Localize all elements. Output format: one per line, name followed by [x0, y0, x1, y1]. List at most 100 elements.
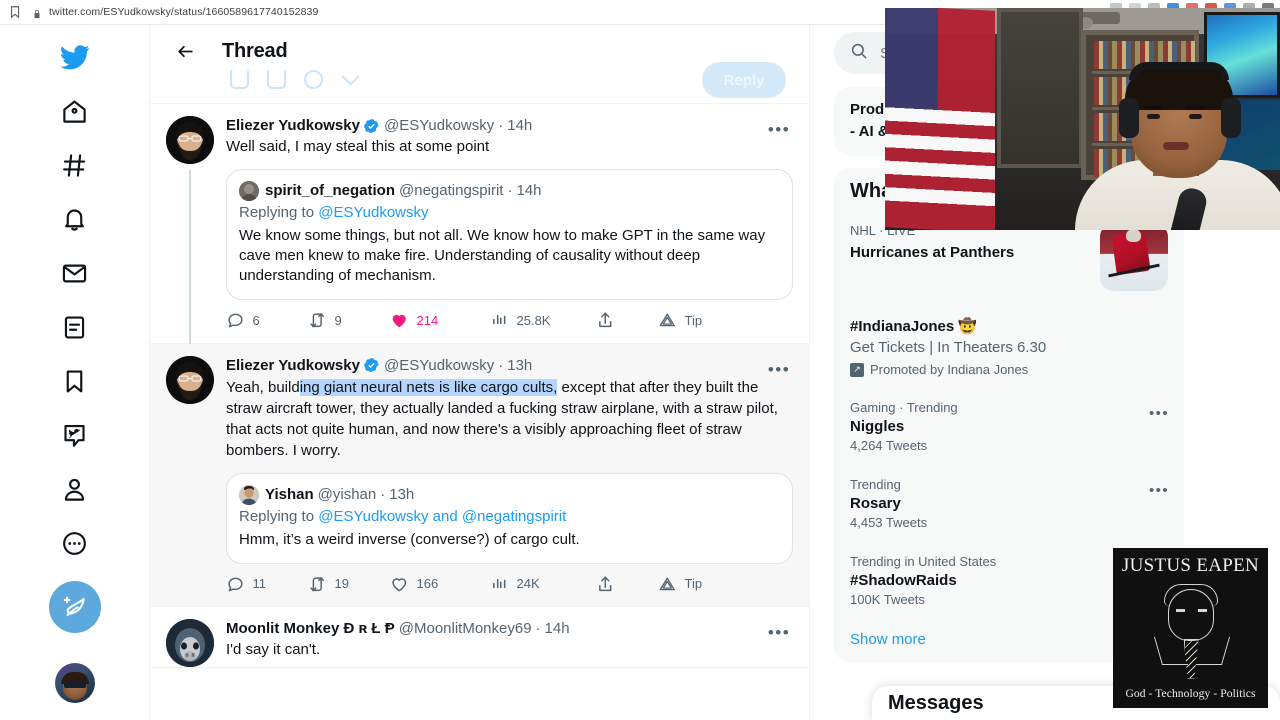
tip-action[interactable]: Tip: [658, 575, 702, 594]
composer-icons[interactable]: [230, 70, 360, 89]
tweet-text: I'd say it can't.: [226, 641, 321, 658]
emoji-icon[interactable]: [304, 70, 323, 89]
quoted-text: Hmm, it’s a weird inverse (converse?) of…: [239, 530, 580, 548]
handle[interactable]: @ESYudkowsky: [384, 116, 494, 136]
views-action[interactable]: 24K: [490, 575, 596, 594]
quoted-display-name[interactable]: Yishan: [265, 485, 314, 505]
quoted-text: We know some things, but not all. We kno…: [239, 227, 766, 284]
quoted-display-name[interactable]: spirit_of_negation: [265, 181, 395, 201]
thread-header: Thread Reply: [150, 25, 809, 104]
gif-icon[interactable]: [267, 70, 286, 89]
reply-action[interactable]: 6: [226, 311, 308, 330]
like-count: 166: [416, 576, 439, 592]
sidebar-item-home[interactable]: [49, 85, 101, 137]
lock-icon: [32, 6, 42, 19]
timestamp[interactable]: 13h: [507, 356, 532, 376]
compose-tweet-button[interactable]: [48, 581, 101, 633]
page-title: Thread: [222, 40, 288, 62]
retweet-action[interactable]: 19: [308, 575, 390, 594]
webcam-overlay: [885, 8, 1280, 230]
share-action[interactable]: [596, 575, 658, 594]
media-icon[interactable]: [230, 70, 249, 89]
brand-overlay-card: JUSTUS EAPEN God - Technology - Politics: [1113, 548, 1268, 708]
promoted-icon: ↗: [850, 362, 864, 377]
sidebar-item-twitter-blue[interactable]: [49, 409, 101, 461]
tweet-author-row: Eliezer Yudkowsky @ESYudkowsky · 14h: [226, 116, 793, 136]
quoted-avatar[interactable]: [239, 181, 259, 201]
promoted-trend-indiana-jones[interactable]: #IndianaJones 🤠 Get Tickets | In Theater…: [834, 305, 1184, 389]
tweet-item[interactable]: •••: [150, 104, 809, 356]
sidebar-item-more[interactable]: [49, 517, 101, 569]
replying-to-line: Replying to @ESYudkowsky and @negatingsp…: [239, 507, 780, 527]
share-action[interactable]: [596, 311, 658, 330]
trend-count: 4,264 Tweets: [850, 438, 928, 453]
promoted-subtitle: Get Tickets | In Theaters 6.30: [850, 339, 1047, 356]
verified-badge-icon: [363, 357, 380, 374]
tweet-text-before: Yeah, build: [226, 378, 300, 396]
timestamp[interactable]: 14h: [507, 116, 532, 136]
account-avatar[interactable]: [54, 663, 95, 703]
trend-category: Gaming · Trending: [850, 400, 958, 415]
replying-to-handles[interactable]: @ESYudkowsky and @negatingspirit: [318, 508, 566, 525]
avatar[interactable]: [166, 116, 214, 164]
separator-dot: ·: [498, 356, 504, 374]
quoted-avatar[interactable]: [239, 484, 259, 505]
verified-badge-icon: [363, 118, 380, 135]
trend-category: Trending: [850, 477, 901, 492]
tweet-item[interactable]: •••: [150, 343, 809, 607]
sidebar-item-notifications[interactable]: [49, 193, 101, 245]
replying-to-label: Replying to: [239, 204, 319, 221]
avatar-column: [166, 355, 214, 607]
quoted-tweet[interactable]: Yishan @yishan · 13h Replying to @ESYudk…: [226, 472, 793, 564]
tweet-item[interactable]: •••: [150, 607, 809, 668]
reply-action[interactable]: 11: [226, 575, 308, 594]
display-name[interactable]: Eliezer Yudkowsky: [226, 356, 360, 376]
url-text[interactable]: twitter.com/ESYudkowsky/status/166058961…: [49, 6, 318, 18]
avatar[interactable]: [166, 619, 214, 667]
avatar[interactable]: [166, 355, 214, 404]
bookmark-icon[interactable]: [8, 5, 22, 19]
like-action[interactable]: 166: [390, 575, 490, 594]
tweet-more-button[interactable]: •••: [765, 116, 793, 144]
quoted-timestamp[interactable]: 14h: [516, 181, 541, 201]
sidebar-item-lists[interactable]: [49, 301, 101, 353]
tip-action[interactable]: Tip: [658, 311, 702, 330]
tip-label: Tip: [684, 312, 703, 328]
quoted-author-row: Yishan @yishan · 13h: [239, 484, 780, 505]
promoted-hashtag: #IndianaJones 🤠: [850, 318, 978, 335]
like-action[interactable]: 214: [390, 311, 490, 330]
timestamp[interactable]: 14h: [545, 619, 570, 639]
trend-more-button[interactable]: •••: [1146, 478, 1172, 504]
sidebar-item-bookmarks[interactable]: [49, 355, 101, 407]
display-name[interactable]: Moonlit Monkey Ð ʀ Ł Ᵽ: [226, 619, 395, 639]
separator-dot: ·: [380, 485, 386, 503]
reply-button[interactable]: Reply: [702, 62, 786, 98]
avatar-column: [166, 619, 214, 667]
handle[interactable]: @MoonlitMonkey69: [399, 619, 532, 639]
replying-to-handles[interactable]: @ESYudkowsky: [318, 204, 428, 221]
tip-label: Tip: [684, 576, 703, 592]
tweet-more-button[interactable]: •••: [765, 619, 793, 647]
trend-item[interactable]: ••• Gaming · Trending Niggles 4,264 Twee…: [834, 389, 1184, 466]
views-action[interactable]: 25.8K: [490, 311, 596, 330]
nhl-thumbnail[interactable]: [1100, 223, 1168, 291]
tweet-more-button[interactable]: •••: [765, 356, 793, 384]
back-button[interactable]: [168, 35, 202, 69]
trend-more-button[interactable]: •••: [1146, 401, 1172, 427]
view-count: 25.8K: [516, 312, 551, 328]
retweet-action[interactable]: 9: [308, 311, 390, 330]
quoted-tweet[interactable]: spirit_of_negation @negatingspirit · 14h…: [226, 169, 793, 300]
twitter-logo-icon[interactable]: [49, 31, 101, 83]
trend-item[interactable]: ••• Trending Rosary 4,453 Tweets: [834, 466, 1184, 543]
display-name[interactable]: Eliezer Yudkowsky: [226, 116, 360, 136]
sidebar-item-explore[interactable]: [49, 139, 101, 191]
quoted-handle[interactable]: @yishan: [318, 485, 377, 505]
sidebar-item-profile[interactable]: [49, 463, 101, 515]
quoted-timestamp[interactable]: 13h: [389, 485, 414, 505]
quoted-handle[interactable]: @negatingspirit: [399, 181, 503, 201]
thread-column: Thread Reply ••• Eliezer Yudkowsky @ESYu…: [150, 25, 810, 720]
sidebar-item-messages[interactable]: [49, 247, 101, 299]
chevron-down-icon[interactable]: [341, 70, 360, 89]
tweet-author-row: Moonlit Monkey Ð ʀ Ł Ᵽ @MoonlitMonkey69 …: [226, 619, 793, 639]
handle[interactable]: @ESYudkowsky: [384, 356, 494, 376]
